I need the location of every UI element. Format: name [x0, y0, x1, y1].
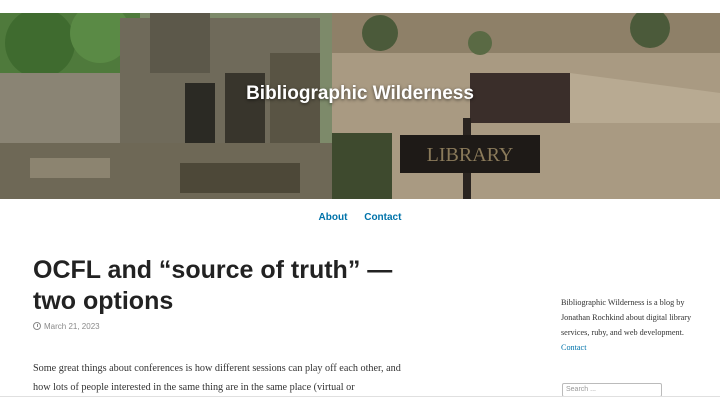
clock-icon — [33, 322, 41, 330]
main-menu: About Contact — [0, 212, 720, 223]
post-date-text[interactable]: March 21, 2023 — [44, 322, 100, 331]
sidebar-about-text: Bibliographic Wilderness is a blog by Jo… — [561, 298, 692, 337]
sidebar-contact-link[interactable]: Contact — [561, 343, 586, 352]
site-title[interactable]: Bibliographic Wilderness — [0, 83, 720, 105]
divider — [0, 396, 720, 397]
sidebar-about: Bibliographic Wilderness is a blog by Jo… — [561, 295, 701, 355]
library-sign-text: LIBRARY — [427, 144, 514, 166]
top-bar — [0, 0, 720, 13]
header-image: LIBRARY — [0, 13, 720, 199]
post-title[interactable]: OCFL and “source of truth” — two options — [33, 255, 413, 317]
post-date[interactable]: March 21, 2023 — [33, 322, 100, 331]
menu-item-contact[interactable]: Contact — [364, 212, 401, 223]
search-input[interactable]: Search ... — [562, 383, 662, 397]
site-header: LIBRARY Bibliographic Wilderness — [0, 13, 720, 199]
menu-item-about[interactable]: About — [319, 212, 348, 223]
post-body: Some great things about conferences is h… — [33, 363, 401, 393]
